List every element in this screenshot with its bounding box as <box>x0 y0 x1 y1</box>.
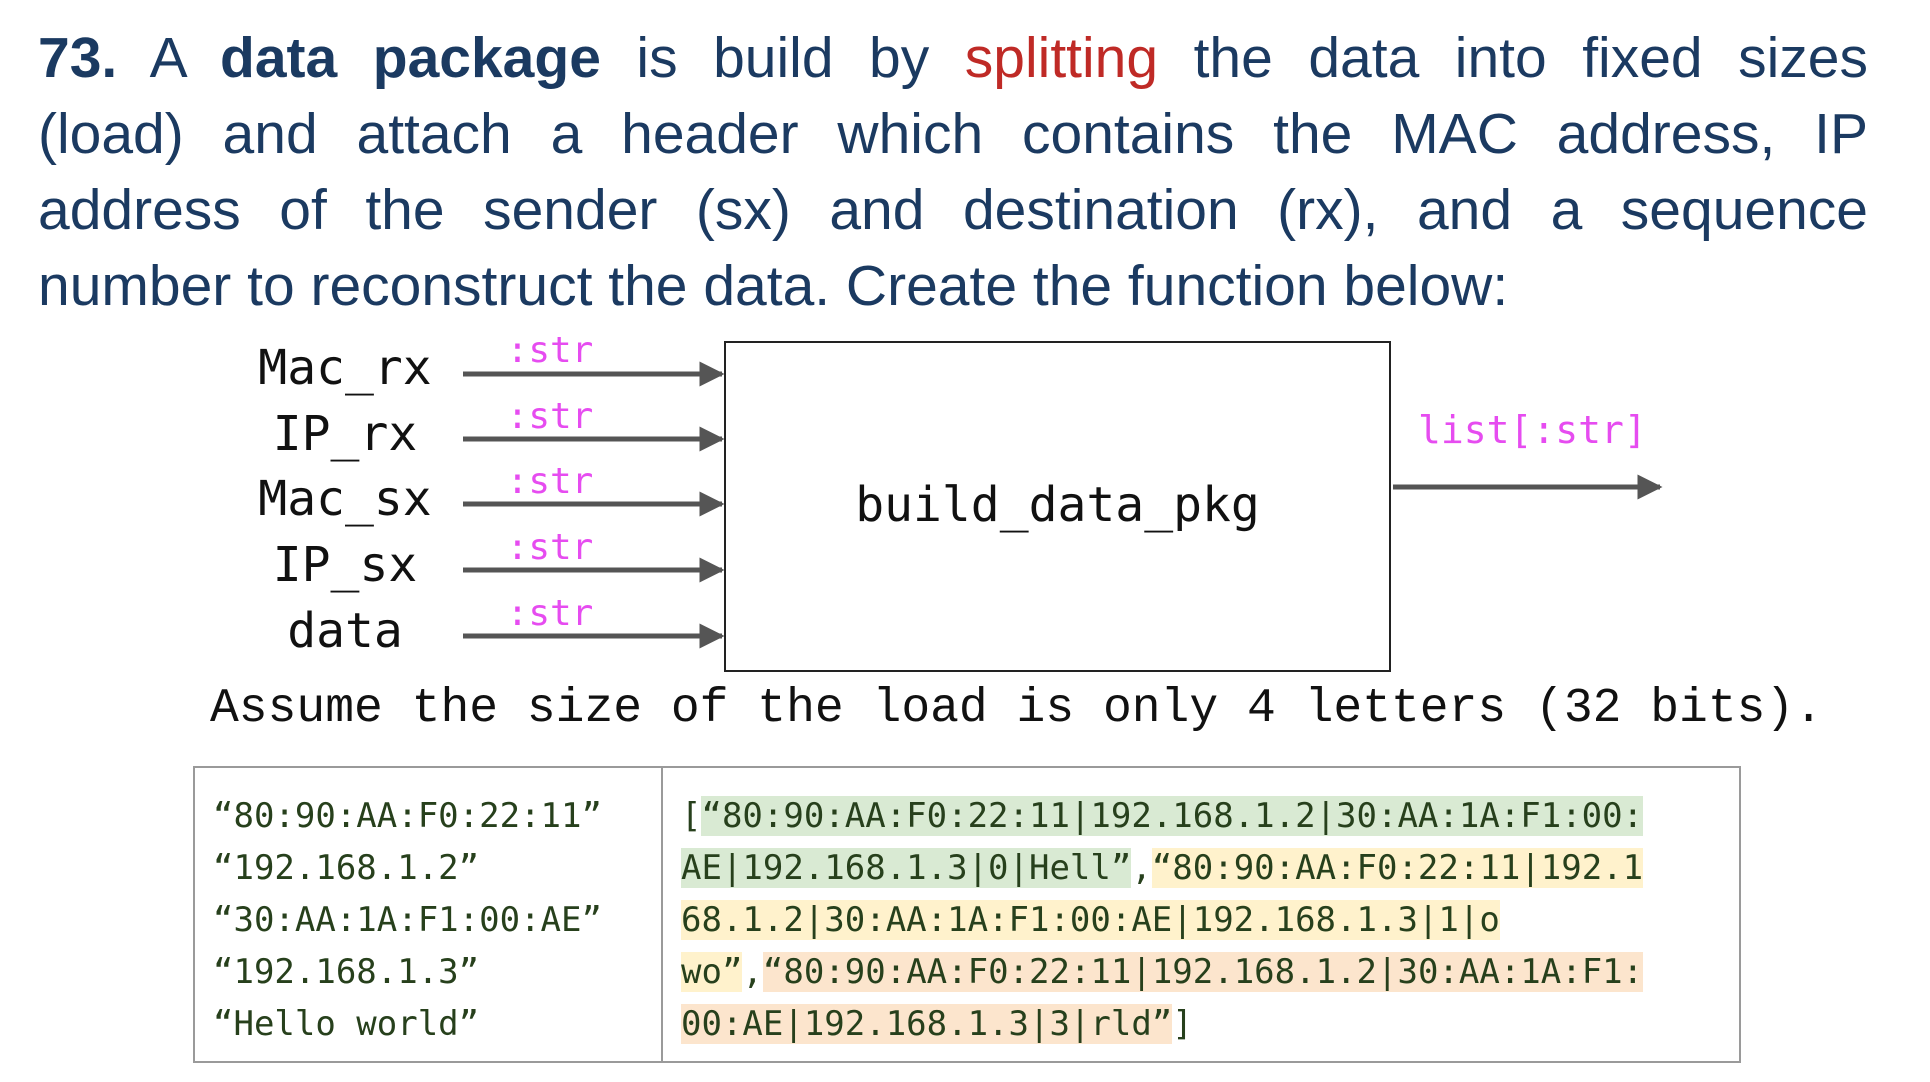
function-name: build_data_pkg <box>855 476 1260 533</box>
input-type-mac-rx: :str <box>506 330 594 371</box>
input-label-ip-rx: IP_rx <box>272 406 418 462</box>
output-line-2: AE|192.168.1.3|0|Hell”,“80:90:AA:F0:22:1… <box>681 848 1644 888</box>
output-line-5: 00:AE|192.168.1.3|3|rld”] <box>681 1004 1193 1044</box>
package-1-part-3: wo” <box>681 952 743 992</box>
example-output: [“80:90:AA:F0:22:11|192.168.1.2|30:AA:1A… <box>681 790 1644 1050</box>
input-label-mac-sx: Mac_sx <box>258 471 432 527</box>
package-0-part-2: AE|192.168.1.3|0|Hell” <box>681 848 1132 888</box>
package-2-part-2: 00:AE|192.168.1.3|3|rld” <box>681 1004 1173 1044</box>
output-line-4: wo”,“80:90:AA:F0:22:11|192.168.1.2|30:AA… <box>681 952 1644 992</box>
input-label-mac-rx: Mac_rx <box>258 340 432 396</box>
output-line-3: 68.1.2|30:AA:1A:F1:00:AE|192.168.1.3|1|o <box>681 894 1643 946</box>
package-0-part-1: “80:90:AA:F0:22:11|192.168.1.2|30:AA:1A:… <box>701 796 1644 836</box>
example-inputs: “80:90:AA:F0:22:11” “192.168.1.2” “30:AA… <box>213 790 602 1050</box>
example-divider <box>661 768 663 1061</box>
package-1-part-1: “80:90:AA:F0:22:11|192.1 <box>1151 848 1644 888</box>
input-label-data: data <box>287 603 403 659</box>
output-line-1: [“80:90:AA:F0:22:11|192.168.1.2|30:AA:1A… <box>681 796 1644 836</box>
example-input-ip-rx: “192.168.1.2” <box>213 848 480 888</box>
example-input-data: “Hello world” <box>213 1004 480 1044</box>
example-input-mac-rx: “80:90:AA:F0:22:11” <box>213 796 602 836</box>
input-type-ip-sx: :str <box>506 527 594 568</box>
input-type-ip-rx: :str <box>506 396 594 437</box>
input-type-mac-sx: :str <box>506 461 594 502</box>
example-input-ip-sx: “192.168.1.3” <box>213 952 480 992</box>
example-input-mac-sx: “30:AA:1A:F1:00:AE” <box>213 900 602 940</box>
package-1-part-2: 68.1.2|30:AA:1A:F1:00:AE|192.168.1.3|1|o <box>681 900 1500 940</box>
example-table: “80:90:AA:F0:22:11” “192.168.1.2” “30:AA… <box>193 766 1741 1063</box>
package-2-part-1: “80:90:AA:F0:22:11|192.168.1.2|30:AA:1A:… <box>762 952 1644 992</box>
load-size-note: Assume the size of the load is only 4 le… <box>210 682 1824 736</box>
function-box: build_data_pkg <box>724 341 1391 672</box>
input-type-data: :str <box>506 593 594 634</box>
output-type: list[:str] <box>1418 408 1647 452</box>
input-label-ip-sx: IP_sx <box>272 537 418 593</box>
